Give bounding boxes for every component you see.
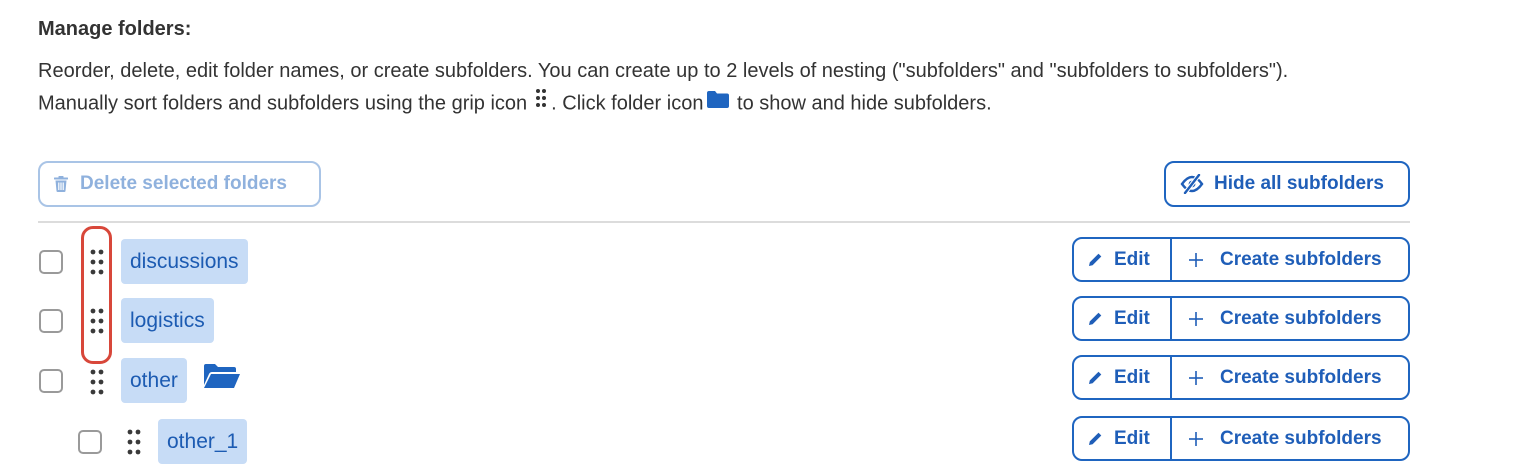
- folder-name[interactable]: other: [121, 358, 187, 403]
- edit-label: Edit: [1114, 366, 1150, 388]
- edit-label: Edit: [1114, 427, 1150, 449]
- delete-selected-folders-button[interactable]: Delete selected folders: [38, 161, 321, 207]
- create-subfolders-button[interactable]: Create subfolders: [1172, 298, 1408, 339]
- hide-all-subfolders-label: Hide all subfolders: [1214, 173, 1384, 194]
- folder-row-logistics: logistics Edit Create subfolders: [0, 296, 1540, 346]
- folder-checkbox[interactable]: [39, 309, 63, 333]
- create-subfolders-button[interactable]: Create subfolders: [1172, 418, 1408, 459]
- edit-button[interactable]: Edit: [1074, 418, 1170, 459]
- pencil-icon: [1088, 431, 1103, 446]
- folder-row-discussions: discussions Edit Create subfolders: [0, 237, 1540, 287]
- create-subfolders-label: Create subfolders: [1220, 366, 1382, 388]
- edit-button[interactable]: Edit: [1074, 298, 1170, 339]
- trash-icon: [54, 176, 68, 192]
- folder-row-other-1: other_1 Edit Create subfolders: [0, 416, 1540, 466]
- delete-selected-label: Delete selected folders: [80, 173, 287, 194]
- plus-icon: [1188, 431, 1204, 447]
- grip-icon[interactable]: [90, 249, 104, 275]
- create-subfolders-button[interactable]: Create subfolders: [1172, 357, 1408, 398]
- pencil-icon: [1088, 311, 1103, 326]
- pencil-icon: [1088, 252, 1103, 267]
- folder-name[interactable]: logistics: [121, 298, 214, 343]
- grip-icon[interactable]: [90, 308, 104, 334]
- folder-row-other: other Edit Create subfolders: [0, 355, 1540, 405]
- folder-checkbox[interactable]: [39, 369, 63, 393]
- edit-button[interactable]: Edit: [1074, 357, 1170, 398]
- folder-checkbox[interactable]: [39, 250, 63, 274]
- plus-icon: [1188, 252, 1204, 268]
- divider: [38, 221, 1410, 223]
- folder-icon: [707, 87, 730, 118]
- plus-icon: [1188, 311, 1204, 327]
- plus-icon: [1188, 370, 1204, 386]
- edit-label: Edit: [1114, 307, 1150, 329]
- folder-name[interactable]: discussions: [121, 239, 248, 284]
- grip-icon[interactable]: [127, 429, 141, 455]
- hide-all-subfolders-button[interactable]: Hide all subfolders: [1164, 161, 1410, 207]
- grip-icon[interactable]: [90, 369, 104, 395]
- folder-actions: Edit Create subfolders: [1072, 296, 1410, 341]
- create-subfolders-label: Create subfolders: [1220, 307, 1382, 329]
- edit-label: Edit: [1114, 248, 1150, 270]
- folder-open-icon[interactable]: [203, 363, 241, 391]
- edit-button[interactable]: Edit: [1074, 239, 1170, 280]
- folder-actions: Edit Create subfolders: [1072, 355, 1410, 400]
- instructions-part2: . Click folder icon: [551, 92, 704, 115]
- instructions-part3: to show and hide subfolders.: [737, 92, 992, 115]
- create-subfolders-label: Create subfolders: [1220, 248, 1382, 270]
- folder-name[interactable]: other_1: [158, 419, 248, 464]
- create-subfolders-button[interactable]: Create subfolders: [1172, 239, 1408, 280]
- page-title: Manage folders:: [38, 18, 192, 40]
- grip-icon: [535, 87, 547, 118]
- folder-actions: Edit Create subfolders: [1072, 416, 1410, 461]
- pencil-icon: [1088, 370, 1103, 385]
- eye-slash-icon: [1180, 174, 1204, 194]
- folder-actions: Edit Create subfolders: [1072, 237, 1410, 282]
- create-subfolders-label: Create subfolders: [1220, 427, 1382, 449]
- folder-checkbox[interactable]: [78, 430, 102, 454]
- instructions-text: Reorder, delete, edit folder names, or c…: [38, 56, 1338, 121]
